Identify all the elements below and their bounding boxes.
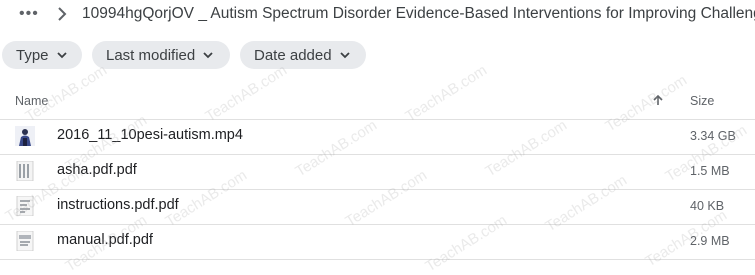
file-name: instructions.pdf.pdf [57,197,179,213]
pdf-thumbnail-icon [16,196,34,216]
folder-title[interactable]: 10994hgQorjOV _ Autism Spectrum Disorder… [82,5,755,23]
date-added-filter-button[interactable]: Date added [240,41,366,69]
chevron-down-icon [56,51,67,58]
chevron-down-icon [339,51,350,58]
type-filter-button[interactable]: Type [2,41,82,69]
chevron-down-icon [203,51,213,58]
file-name: asha.pdf.pdf [57,162,137,178]
chevron-right-icon [58,7,67,21]
file-name: manual.pdf.pdf [57,232,153,248]
table-row[interactable]: asha.pdf.pdf 1.5 MB [0,154,755,190]
pdf-thumbnail-icon [16,231,34,251]
file-size: 1.5 MB [690,164,730,178]
last-modified-filter-label: Last modified [106,46,196,64]
file-size: 40 KB [690,199,725,213]
more-options-icon[interactable]: ••• [19,5,39,23]
video-thumbnail-icon [15,126,35,146]
name-column-header[interactable]: Name [15,94,48,108]
type-filter-label: Type [16,46,49,64]
table-row[interactable]: 2016_11_10pesi-autism.mp4 3.34 GB [0,119,755,155]
file-name: 2016_11_10pesi-autism.mp4 [57,127,243,143]
breadcrumb: ••• 10994hgQorjOV _ Autism Spectrum Diso… [0,0,755,30]
size-column-header[interactable]: Size [690,94,714,108]
file-size: 2.9 MB [690,234,730,248]
last-modified-filter-button[interactable]: Last modified [92,41,230,69]
pdf-thumbnail-icon [16,161,34,181]
table-row[interactable]: manual.pdf.pdf 2.9 MB [0,224,755,260]
table-header: Name Size [0,83,755,120]
date-added-filter-label: Date added [254,46,332,64]
sort-arrow-up-icon[interactable] [652,94,664,106]
file-size: 3.34 GB [690,129,736,143]
table-row[interactable]: instructions.pdf.pdf 40 KB [0,189,755,225]
